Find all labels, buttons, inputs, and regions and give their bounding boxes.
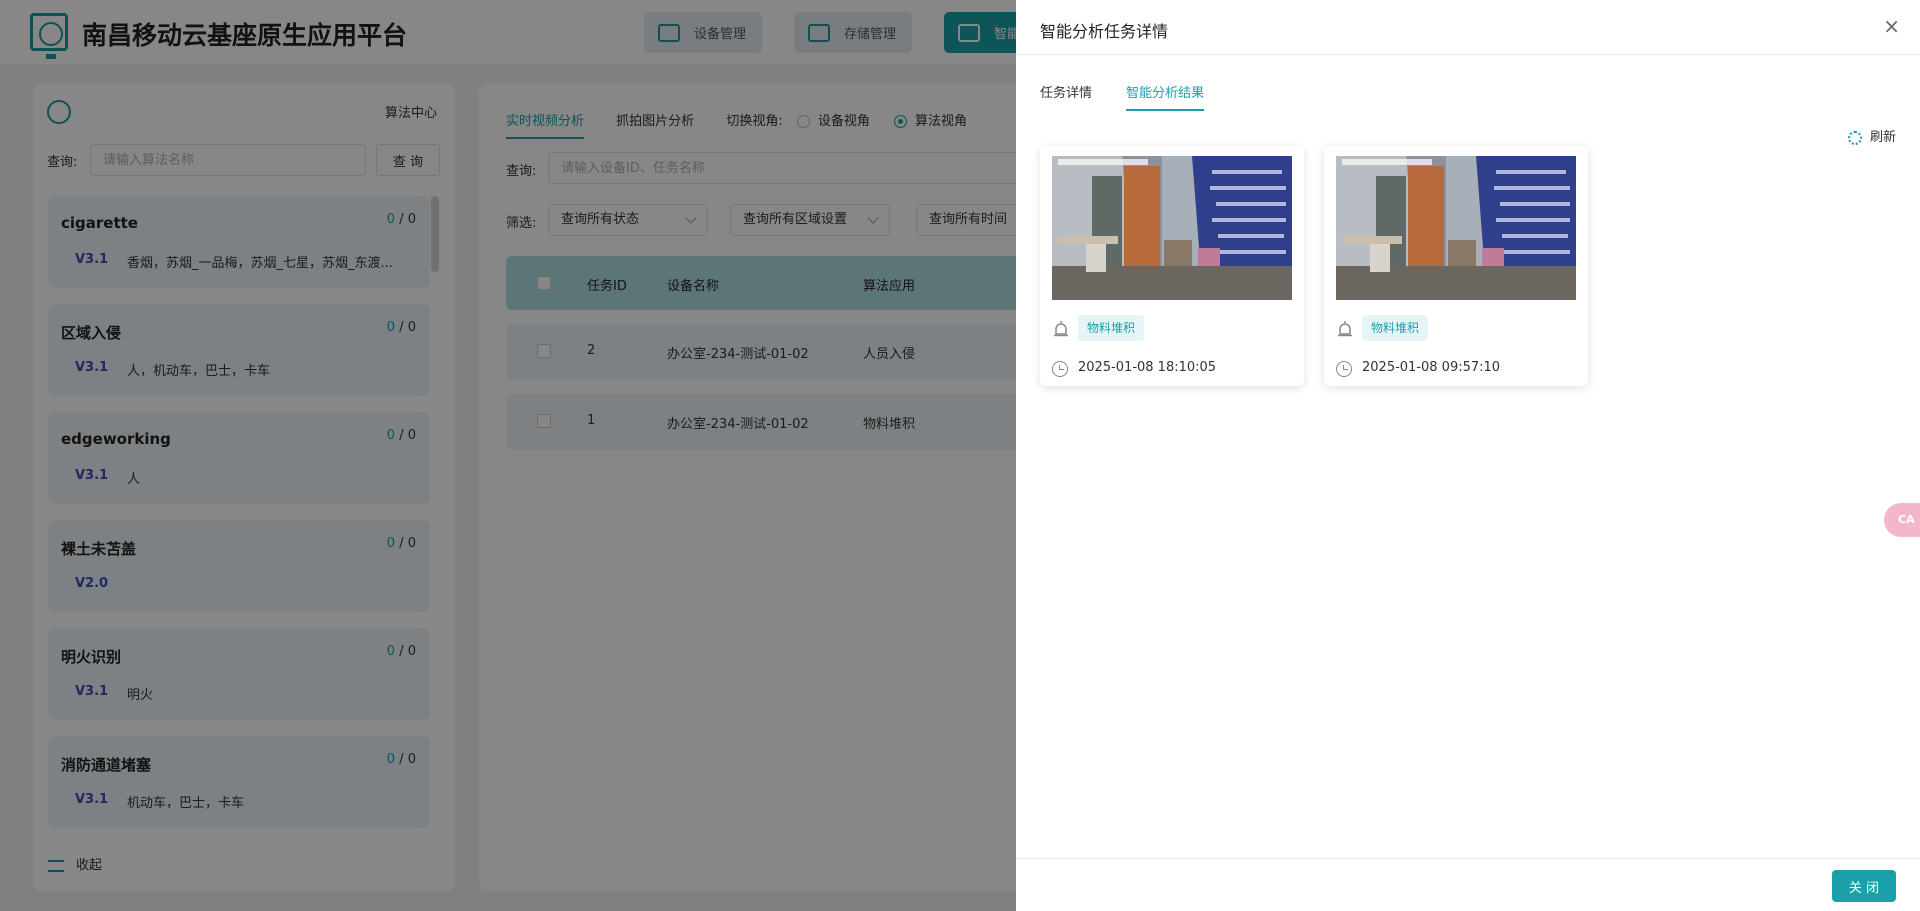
alarm-icon bbox=[1054, 321, 1068, 337]
alert-type-tag: 物料堆积 bbox=[1362, 315, 1429, 341]
snapshot-image[interactable] bbox=[1336, 156, 1576, 300]
close-button[interactable]: 关 闭 bbox=[1832, 870, 1896, 902]
task-detail-drawer: 智能分析任务详情 × 任务详情 智能分析结果 刷新 物料堆积 2025-01-0… bbox=[1016, 0, 1920, 911]
snapshot-image[interactable] bbox=[1052, 156, 1292, 300]
drawer-tabs: 任务详情 智能分析结果 bbox=[1040, 82, 1234, 111]
alert-type-tag: 物料堆积 bbox=[1078, 315, 1145, 341]
tab-task-detail[interactable]: 任务详情 bbox=[1040, 82, 1092, 109]
drawer-title: 智能分析任务详情 bbox=[1040, 22, 1169, 41]
floating-assistant-button[interactable]: CA bbox=[1884, 503, 1920, 537]
divider bbox=[1016, 54, 1920, 55]
alert-time: 2025-01-08 18:10:05 bbox=[1078, 360, 1217, 375]
loading-spinner-icon bbox=[1847, 130, 1862, 145]
clock-icon bbox=[1336, 361, 1352, 377]
tab-analysis-result[interactable]: 智能分析结果 bbox=[1126, 82, 1205, 111]
refresh-button[interactable]: 刷新 bbox=[1847, 126, 1896, 145]
divider bbox=[1016, 858, 1920, 859]
result-card[interactable]: 物料堆积 2025-01-08 09:57:10 bbox=[1324, 146, 1588, 386]
alert-time: 2025-01-08 09:57:10 bbox=[1362, 360, 1501, 375]
result-card[interactable]: 物料堆积 2025-01-08 18:10:05 bbox=[1040, 146, 1304, 386]
alarm-icon bbox=[1338, 321, 1352, 337]
clock-icon bbox=[1052, 361, 1068, 377]
close-icon[interactable]: × bbox=[1883, 14, 1900, 38]
